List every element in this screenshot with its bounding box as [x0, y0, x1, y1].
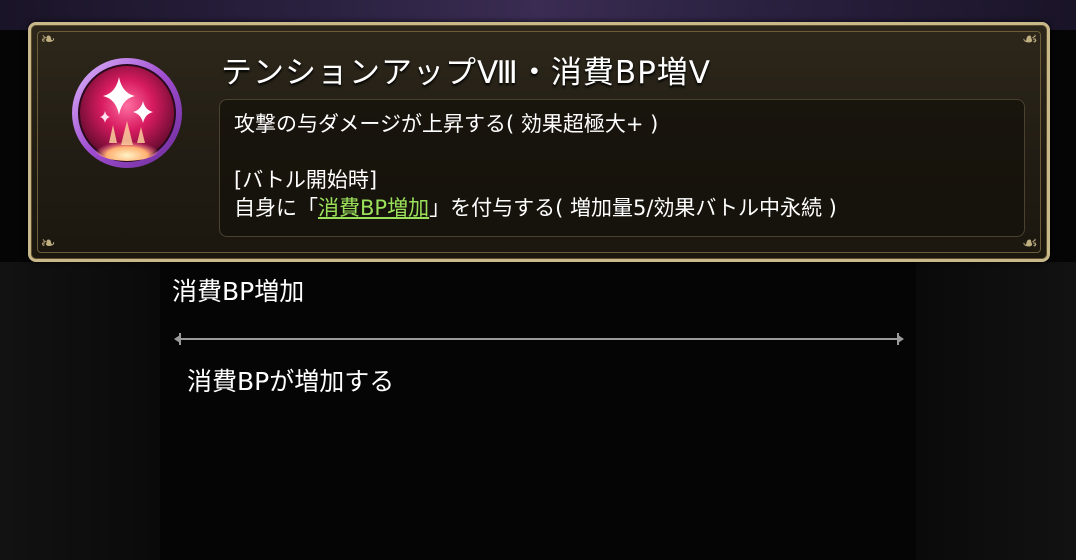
status-effect-name: 消費BP増加 [172, 277, 305, 306]
divider [174, 331, 904, 347]
description-line: 攻撃の与ダメージが上昇する( 効果超極大+ ) [234, 112, 659, 136]
effect-line: 自身に「消費BP増加」を付与する( 増加量5/効果バトル中永続 ) [234, 194, 1010, 222]
background-right-shade [916, 262, 1076, 560]
skill-detail-panel: ❧ ☙ ❧ ☙ テンションアップⅧ・消費BP増Ⅴ 攻撃の与ダメージが上昇する(… [28, 22, 1050, 262]
effect-suffix: 」を付与する( 増加量5/効果バトル中永続 ) [429, 196, 837, 220]
status-effect-link[interactable]: 消費BP増加 [318, 196, 429, 220]
skill-description-box: 攻撃の与ダメージが上昇する( 効果超極大+ ) [バトル開始時] 自身に「消費B… [219, 99, 1025, 237]
corner-ornament-icon: ❧ [40, 233, 56, 254]
sparkle-icon [69, 55, 185, 171]
corner-ornament-icon: ☙ [1021, 233, 1039, 254]
background-left-shade [0, 262, 160, 560]
trigger-label: [バトル開始時] [234, 168, 378, 192]
corner-ornament-icon: ❧ [40, 29, 56, 50]
corner-ornament-icon: ☙ [1021, 29, 1039, 50]
effect-prefix: 自身に「 [234, 196, 318, 220]
skill-title: テンションアップⅧ・消費BP増Ⅴ [221, 55, 711, 91]
status-effect-description: 消費BPが増加する [187, 367, 395, 396]
